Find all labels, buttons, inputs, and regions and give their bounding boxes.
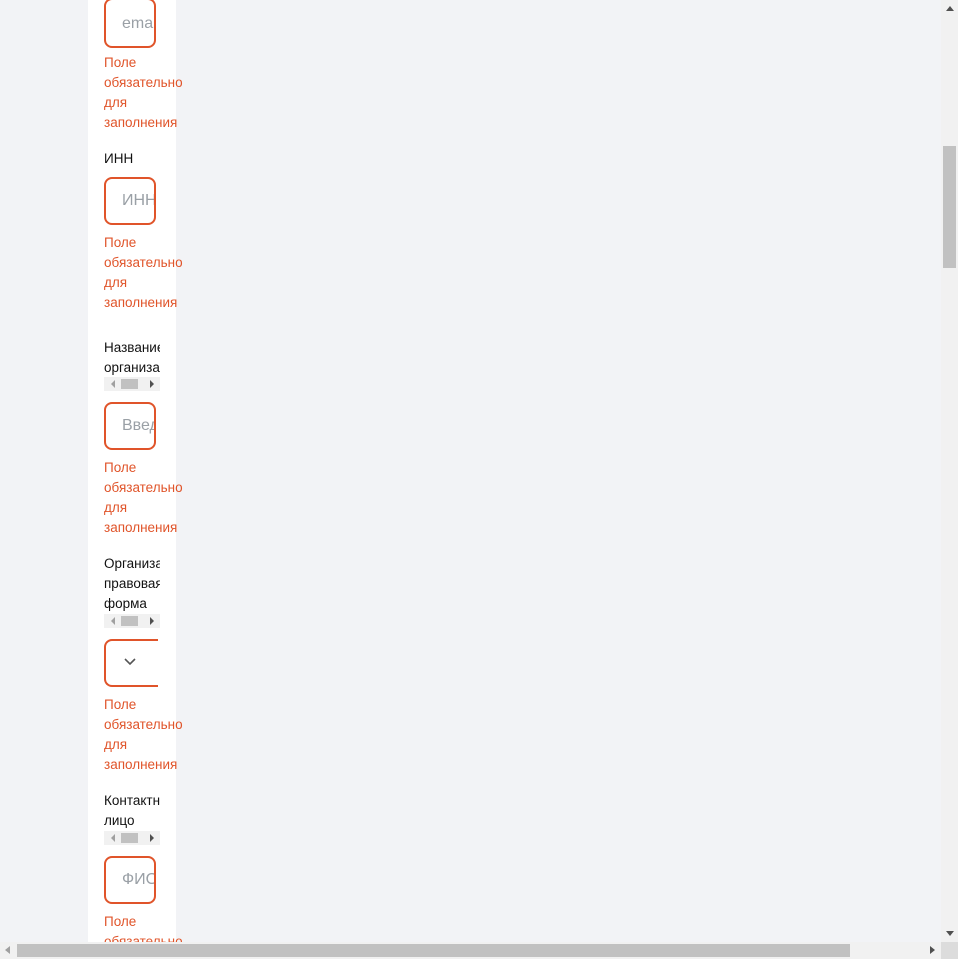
inn-error: Поле обязательно для заполнения	[104, 235, 183, 310]
contact-error: Поле обязательно	[104, 914, 183, 942]
contact-label-scrollbar[interactable]	[104, 831, 160, 845]
scroll-thumb[interactable]	[121, 616, 138, 626]
scroll-left-icon[interactable]	[111, 617, 115, 625]
page-viewport: email Поле обязательно для заполнения ИН…	[0, 0, 941, 942]
scroll-right-icon[interactable]	[150, 380, 154, 388]
email-placeholder: email	[122, 15, 154, 32]
inn-placeholder: ИНН	[122, 192, 156, 209]
scrollbar-corner	[941, 942, 958, 959]
contact-label: Контактное лицо	[104, 793, 160, 828]
vertical-scroll-thumb[interactable]	[943, 146, 956, 268]
scroll-left-icon[interactable]	[111, 380, 115, 388]
page-vertical-scrollbar[interactable]	[941, 0, 958, 942]
scroll-right-icon[interactable]	[930, 946, 935, 954]
inn-input[interactable]: ИНН	[104, 177, 156, 225]
scroll-left-icon[interactable]	[111, 834, 115, 842]
legal-form-select[interactable]	[104, 639, 158, 687]
scroll-thumb[interactable]	[121, 379, 138, 389]
contact-input[interactable]: ФИО	[104, 856, 156, 904]
scroll-thumb[interactable]	[121, 833, 138, 843]
scroll-up-icon[interactable]	[946, 6, 954, 11]
scroll-down-icon[interactable]	[946, 931, 954, 936]
page-horizontal-scrollbar[interactable]	[0, 942, 941, 959]
org-name-label: Название организации	[104, 340, 160, 375]
org-name-error: Поле обязательно для заполнения	[104, 460, 183, 535]
legal-form-error: Поле обязательно для заполнения	[104, 697, 183, 772]
org-name-input[interactable]: Введите	[104, 402, 156, 450]
email-error: Поле обязательно для заполнения	[104, 55, 183, 130]
inn-label: ИНН	[104, 151, 134, 166]
contact-placeholder: ФИО	[122, 871, 156, 888]
scroll-left-icon[interactable]	[5, 946, 10, 954]
legal-form-label-scrollbar[interactable]	[104, 614, 160, 628]
horizontal-scroll-thumb[interactable]	[17, 944, 850, 957]
org-name-placeholder: Введите	[122, 417, 154, 434]
legal-form-label: Организационно правовая форма	[104, 556, 160, 611]
org-name-label-scrollbar[interactable]	[104, 377, 160, 391]
chevron-down-icon	[124, 658, 136, 666]
scroll-right-icon[interactable]	[150, 617, 154, 625]
email-input[interactable]: email	[104, 0, 156, 48]
scroll-right-icon[interactable]	[150, 834, 154, 842]
